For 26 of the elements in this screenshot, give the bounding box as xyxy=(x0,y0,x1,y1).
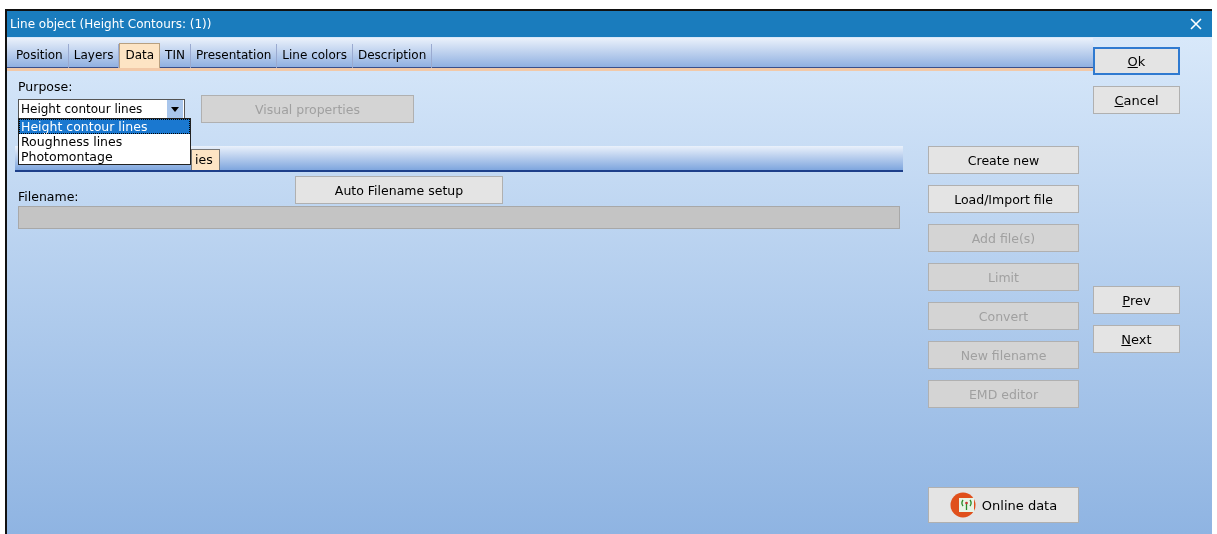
tab[interactable]: Presentation xyxy=(190,44,278,68)
next-button[interactable]: Next xyxy=(1093,325,1180,353)
filename-field[interactable] xyxy=(18,206,900,229)
window-title: Line object (Height Contours: (1)) xyxy=(10,17,212,31)
dropdown-option[interactable]: Height contour lines xyxy=(19,119,190,134)
antenna-icon xyxy=(949,492,976,518)
purpose-label: Purpose: xyxy=(18,79,73,94)
action-button[interactable]: Create new xyxy=(928,146,1079,174)
previous-button[interactable]: Prev xyxy=(1093,286,1180,314)
tab[interactable]: ies xyxy=(191,149,220,170)
tab[interactable]: Description xyxy=(352,44,433,68)
caret-icon xyxy=(167,100,183,118)
tab[interactable]: Position xyxy=(11,44,69,68)
online-data-button[interactable]: Online data xyxy=(928,487,1079,523)
tab[interactable]: TIN xyxy=(160,44,191,68)
dropdown-option[interactable]: Photomontage xyxy=(19,149,190,164)
auto-filename-button[interactable]: Auto Filename setup xyxy=(295,176,503,204)
action-button[interactable]: Load/Import file xyxy=(928,185,1079,213)
ok-button[interactable]: Ok xyxy=(1093,47,1180,75)
cancel-button[interactable]: Cancel xyxy=(1093,86,1180,114)
filename-label: Filename: xyxy=(18,189,79,204)
close-icon xyxy=(1190,18,1202,30)
tab[interactable]: Data xyxy=(119,43,161,68)
dropdown-option[interactable]: Roughness lines xyxy=(19,134,190,149)
tab[interactable]: Line colors xyxy=(277,44,353,68)
purpose-dropdown[interactable]: Height contour lines xyxy=(18,99,185,119)
